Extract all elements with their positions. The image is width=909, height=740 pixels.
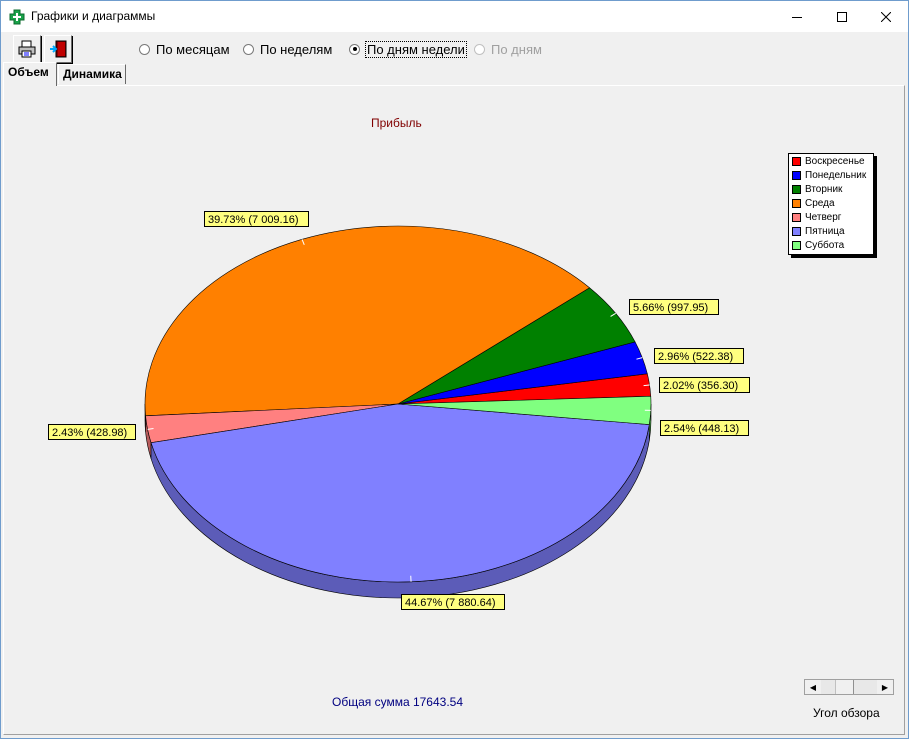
window-title: Графики и диаграммы (31, 9, 155, 23)
exit-door-icon (49, 40, 67, 58)
radio-circle (139, 44, 150, 55)
chart-window: Графики и диаграммы (0, 0, 909, 739)
legend-swatch (792, 227, 801, 236)
close-button[interactable] (863, 1, 908, 32)
close-icon (881, 12, 891, 22)
legend-label: Среда (805, 198, 835, 209)
radio-label: По дням (491, 42, 542, 57)
legend-swatch (792, 241, 801, 250)
legend-item: Понедельник (792, 169, 866, 182)
printer-icon (18, 40, 36, 58)
radio-circle (474, 44, 485, 55)
radio-by-days: По дням (474, 41, 542, 57)
exit-button[interactable] (44, 35, 72, 63)
legend-swatch (792, 199, 801, 208)
legend-item: Вторник (792, 183, 842, 196)
legend-swatch (792, 171, 801, 180)
chart-legend: Воскресенье Понедельник Вторник Среда Четвер… (788, 153, 874, 255)
radio-by-weekdays[interactable]: По дням недели (349, 41, 466, 57)
chart-title: Прибыль (371, 116, 422, 130)
legend-label: Воскресенье (805, 156, 865, 167)
legend-label: Пятница (805, 226, 845, 237)
legend-swatch (792, 157, 801, 166)
radio-label: По неделям (260, 42, 332, 57)
tab-dynamics[interactable]: Динамика (58, 64, 126, 84)
tab-panel (3, 85, 905, 735)
maximize-button[interactable] (819, 1, 864, 32)
radio-circle (243, 44, 254, 55)
radio-label: По месяцам (156, 42, 230, 57)
scroll-left-arrow-icon[interactable]: ◀ (805, 680, 821, 694)
scroll-thumb[interactable] (835, 680, 854, 694)
minimize-icon (792, 12, 802, 22)
legend-item: Пятница (792, 225, 845, 238)
view-angle-label: Угол обзора (813, 706, 880, 720)
legend-swatch (792, 185, 801, 194)
radio-by-months[interactable]: По месяцам (139, 41, 230, 57)
legend-item: Четверг (792, 211, 841, 224)
title-bar[interactable]: Графики и диаграммы (1, 1, 908, 32)
radio-label: По дням недели (366, 42, 466, 57)
legend-item: Воскресенье (792, 155, 865, 168)
view-angle-scrollbar[interactable]: ◀ ▶ (804, 679, 894, 695)
legend-label: Четверг (805, 212, 841, 223)
total-sum: Общая сумма 17643.54 (332, 695, 463, 709)
tab-volume[interactable]: Объем (3, 62, 57, 86)
legend-label: Понедельник (805, 170, 866, 181)
radio-circle (349, 44, 360, 55)
legend-item: Среда (792, 197, 835, 210)
minimize-button[interactable] (774, 1, 819, 32)
app-cross-icon (9, 9, 25, 25)
legend-swatch (792, 213, 801, 222)
scroll-right-arrow-icon[interactable]: ▶ (877, 680, 893, 694)
print-button[interactable] (13, 35, 41, 63)
legend-label: Суббота (805, 240, 844, 251)
maximize-icon (837, 12, 847, 22)
legend-item: Суббота (792, 239, 844, 252)
radio-by-weeks[interactable]: По неделям (243, 41, 332, 57)
legend-label: Вторник (805, 184, 842, 195)
